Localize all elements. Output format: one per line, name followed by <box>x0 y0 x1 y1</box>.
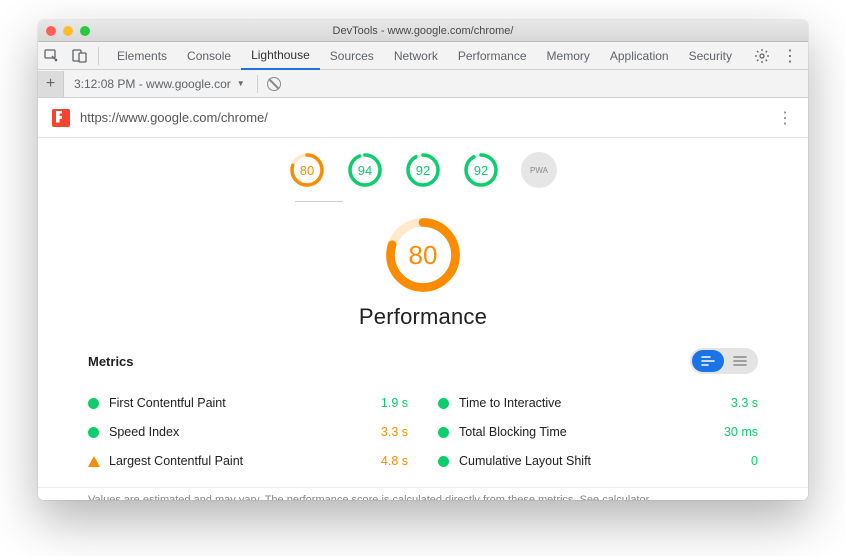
status-warn-icon <box>88 456 100 467</box>
window-title: DevTools - www.google.com/chrome/ <box>38 25 808 37</box>
new-report-button[interactable]: + <box>38 71 64 97</box>
tab-network[interactable]: Network <box>384 42 448 69</box>
tab-security[interactable]: Security <box>679 42 742 69</box>
metrics-footnote: Values are estimated and may vary. The p… <box>38 487 808 500</box>
metric-row: First Contentful Paint 1.9 s <box>88 388 408 417</box>
divider <box>257 75 258 93</box>
more-icon[interactable]: ⋮ <box>776 43 804 69</box>
metric-row: Largest Contentful Paint 4.8 s <box>88 446 408 475</box>
metric-value: 3.3 s <box>381 425 408 439</box>
tab-lighthouse[interactable]: Lighthouse <box>241 43 320 70</box>
metric-row: Cumulative Layout Shift 0 <box>438 446 758 475</box>
panel-tabs: Elements Console Lighthouse Sources Netw… <box>107 42 742 69</box>
metric-value: 1.9 s <box>381 396 408 410</box>
minimize-icon[interactable] <box>63 26 73 36</box>
metric-name: Speed Index <box>109 425 179 439</box>
settings-icon[interactable] <box>748 43 776 69</box>
metric-value: 3.3 s <box>731 396 758 410</box>
gauge-performance[interactable]: 80 <box>289 152 325 194</box>
devtools-window: DevTools - www.google.com/chrome/ Elemen… <box>38 20 808 500</box>
gauge-score: 92 <box>463 152 499 188</box>
status-pass-icon <box>438 427 449 438</box>
chevron-down-icon: ▼ <box>237 79 245 88</box>
category-gauges: 80 94 92 92 PWA <box>38 138 808 202</box>
lighthouse-toolbar: + 3:12:08 PM - www.google.cor ▼ <box>38 70 808 98</box>
active-gauge-underline <box>295 201 343 202</box>
status-pass-icon <box>438 398 449 409</box>
lighthouse-report: 80 94 92 92 PWA 80 Performance <box>38 138 808 500</box>
tab-console[interactable]: Console <box>177 42 241 69</box>
traffic-lights <box>46 26 90 36</box>
gauge-best-practices[interactable]: 92 <box>405 152 441 194</box>
tab-memory[interactable]: Memory <box>537 42 600 69</box>
tab-sources[interactable]: Sources <box>320 42 384 69</box>
metric-row: Speed Index 3.3 s <box>88 417 408 446</box>
metric-row: Total Blocking Time 30 ms <box>438 417 758 446</box>
metric-name: Cumulative Layout Shift <box>459 454 591 468</box>
metrics-view-toggle[interactable] <box>690 348 758 374</box>
gauge-score: 92 <box>405 152 441 188</box>
gauge-accessibility[interactable]: 94 <box>347 152 383 194</box>
gauge-pwa[interactable]: PWA <box>521 152 557 194</box>
metrics-section: Metrics First Contentful Paint 1.9 s Spee… <box>38 330 808 481</box>
close-icon[interactable] <box>46 26 56 36</box>
category-title: Performance <box>359 304 487 330</box>
metric-value: 0 <box>751 454 758 468</box>
view-compact-icon[interactable] <box>724 350 756 372</box>
report-tab[interactable]: 3:12:08 PM - www.google.cor ▼ <box>70 77 253 91</box>
url-bar: https://www.google.com/chrome/ ⋮ <box>38 98 808 138</box>
status-pass-icon <box>88 398 99 409</box>
inspect-icon[interactable] <box>38 43 66 69</box>
metrics-heading: Metrics <box>88 354 134 369</box>
status-pass-icon <box>88 427 99 438</box>
clear-icon[interactable] <box>262 77 286 91</box>
metric-value: 4.8 s <box>381 454 408 468</box>
view-expanded-icon[interactable] <box>692 350 724 372</box>
maximize-icon[interactable] <box>80 26 90 36</box>
device-toggle-icon[interactable] <box>66 43 94 69</box>
report-tab-label: 3:12:08 PM - www.google.cor <box>74 77 231 91</box>
report-menu-icon[interactable]: ⋮ <box>777 108 794 128</box>
main-gauge-score: 80 <box>384 216 462 294</box>
tab-elements[interactable]: Elements <box>107 42 177 69</box>
metric-name: Time to Interactive <box>459 396 561 410</box>
metric-name: Largest Contentful Paint <box>109 454 243 468</box>
lighthouse-icon <box>52 109 70 127</box>
devtools-tabbar: Elements Console Lighthouse Sources Netw… <box>38 42 808 70</box>
metric-name: Total Blocking Time <box>459 425 567 439</box>
gauge-score: 80 <box>289 152 325 188</box>
pwa-icon: PWA <box>521 152 557 188</box>
gauge-seo[interactable]: 92 <box>463 152 499 194</box>
metric-row: Time to Interactive 3.3 s <box>438 388 758 417</box>
gauge-score: 94 <box>347 152 383 188</box>
status-pass-icon <box>438 456 449 467</box>
audited-url: https://www.google.com/chrome/ <box>80 110 268 125</box>
metric-name: First Contentful Paint <box>109 396 226 410</box>
calc-link[interactable]: performance score is calculated <box>287 494 442 500</box>
metric-value: 30 ms <box>724 425 758 439</box>
tab-performance[interactable]: Performance <box>448 42 537 69</box>
titlebar: DevTools - www.google.com/chrome/ <box>38 20 808 42</box>
divider <box>98 47 99 65</box>
main-gauge: 80 Performance <box>38 202 808 330</box>
tab-application[interactable]: Application <box>600 42 679 69</box>
calculator-link[interactable]: See calculator. <box>580 494 652 500</box>
